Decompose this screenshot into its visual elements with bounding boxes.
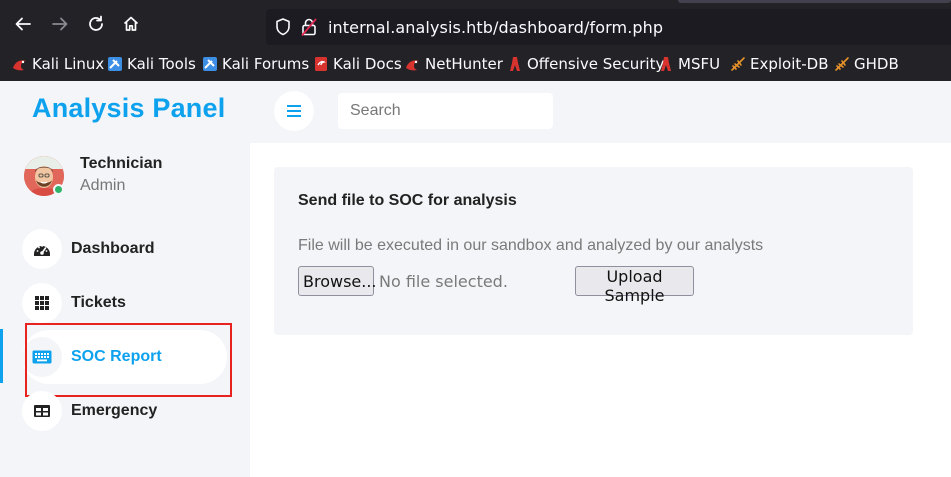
- bookmark-label: GHDB: [854, 55, 899, 73]
- browser-chrome: internal.analysis.htb/dashboard/form.php…: [0, 0, 951, 81]
- bookmark-label: Offensive Security: [527, 55, 665, 73]
- sidebar: Analysis Panel Technician Admin Dashboar…: [0, 81, 250, 477]
- user-name: Technician: [80, 155, 163, 172]
- ghdb-icon: [834, 56, 850, 72]
- bookmark-msfu[interactable]: MSFU: [658, 54, 720, 74]
- reload-button[interactable]: [84, 12, 108, 36]
- bookmark-exploit-db[interactable]: Exploit-DB: [730, 54, 829, 74]
- bookmark-kali-tools[interactable]: Kali Tools: [107, 54, 196, 74]
- home-button[interactable]: [119, 12, 143, 36]
- bookmark-label: Kali Docs: [333, 55, 402, 73]
- nethunter-icon: [405, 56, 421, 72]
- bookmark-label: Kali Linux: [32, 55, 105, 73]
- reload-icon: [89, 15, 103, 31]
- bookmark-label: Kali Forums: [222, 55, 310, 73]
- kali-forums-icon: [202, 56, 218, 72]
- brand-title[interactable]: Analysis Panel: [32, 93, 225, 124]
- bookmark-nethunter[interactable]: NetHunter: [405, 54, 503, 74]
- kali-docs-icon: [313, 56, 329, 72]
- card-title: Send file to SOC for analysis: [298, 192, 517, 209]
- bookmark-label: NetHunter: [425, 55, 503, 73]
- sidebar-item-label: Emergency: [71, 402, 158, 419]
- bookmarks-toolbar: Kali Linux Kali Tools Kali Forums Kali D…: [0, 48, 951, 81]
- browse-file-button[interactable]: Browse...: [298, 266, 377, 296]
- gauge-icon: [22, 229, 62, 269]
- back-button[interactable]: [11, 12, 35, 36]
- sidebar-item-dashboard[interactable]: Dashboard: [22, 222, 227, 276]
- menu-toggle-button[interactable]: [274, 91, 314, 131]
- insecure-lock-icon[interactable]: [300, 17, 318, 37]
- browser-toolbar: internal.analysis.htb/dashboard/form.php: [0, 0, 951, 48]
- top-bar: [250, 81, 951, 143]
- arrow-left-icon: [15, 17, 31, 31]
- bookmark-label: Exploit-DB: [750, 55, 829, 73]
- bookmark-kali-forums[interactable]: Kali Forums: [202, 54, 309, 74]
- bookmark-ghdb[interactable]: GHDB: [834, 54, 899, 74]
- offsec-icon: [507, 56, 523, 72]
- user-role: Admin: [80, 177, 126, 194]
- sidebar-item-emergency[interactable]: Emergency: [22, 384, 227, 438]
- card-description: File will be executed in our sandbox and…: [298, 237, 764, 254]
- upload-sample-button[interactable]: Upload Sample: [575, 266, 694, 305]
- bookmark-label: MSFU: [678, 55, 721, 73]
- kali-dragon-icon: [12, 56, 28, 72]
- active-indicator: [0, 329, 3, 383]
- exploitdb-icon: [730, 56, 746, 72]
- table-icon: [22, 391, 62, 431]
- shield-icon[interactable]: [274, 17, 292, 37]
- grid-icon: [22, 283, 62, 323]
- msfu-icon: [658, 56, 674, 72]
- hamburger-icon: [287, 105, 301, 117]
- bookmark-label: Kali Tools: [127, 55, 196, 73]
- forward-button[interactable]: [48, 12, 72, 36]
- home-icon: [123, 16, 139, 31]
- file-status-text: No file selected.: [379, 272, 508, 291]
- bookmark-kali-linux[interactable]: Kali Linux: [12, 54, 104, 74]
- sidebar-item-label: Dashboard: [71, 240, 155, 257]
- online-status-dot: [53, 184, 64, 195]
- sidebar-item-tickets[interactable]: Tickets: [22, 276, 227, 330]
- sidebar-item-label: Tickets: [71, 294, 126, 311]
- search-input[interactable]: [338, 93, 553, 129]
- url-text[interactable]: internal.analysis.htb/dashboard/form.php: [328, 18, 663, 37]
- main-content: Send file to SOC for analysis File will …: [250, 143, 951, 477]
- arrow-right-icon: [52, 17, 68, 31]
- upload-card: Send file to SOC for analysis File will …: [274, 167, 913, 335]
- url-bar[interactable]: internal.analysis.htb/dashboard/form.php: [266, 9, 951, 45]
- kali-tools-icon: [107, 56, 123, 72]
- bookmark-kali-docs[interactable]: Kali Docs: [313, 54, 402, 74]
- bookmark-offensive-security[interactable]: Offensive Security: [507, 54, 664, 74]
